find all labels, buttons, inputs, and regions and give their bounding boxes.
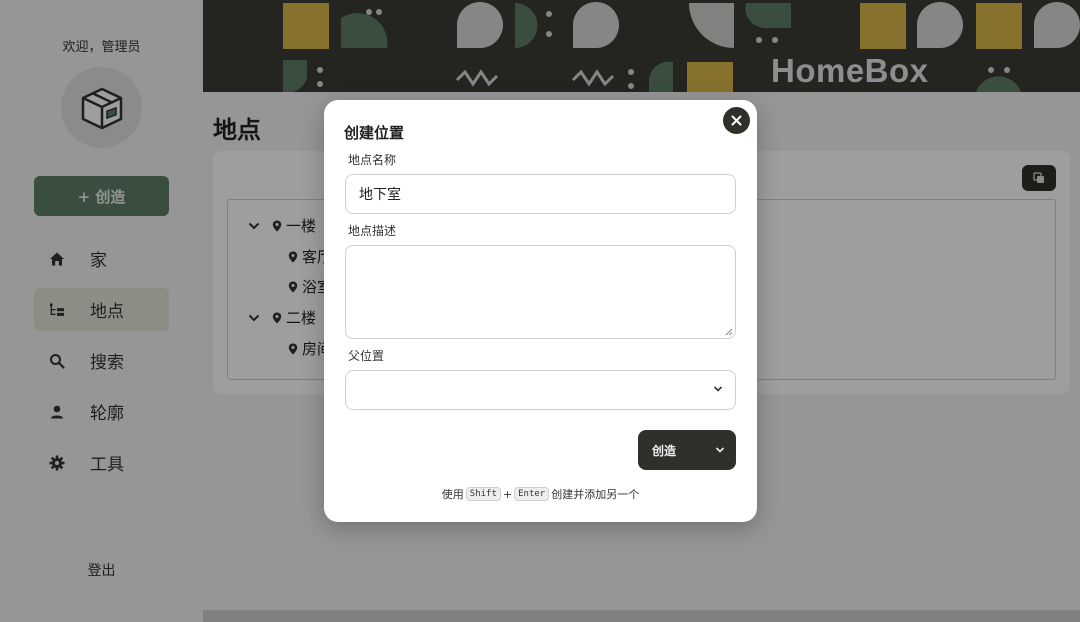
dialog-title: 创建位置 <box>344 124 405 142</box>
submit-button[interactable]: 创造 <box>638 442 704 459</box>
chevron-down-icon <box>715 447 725 453</box>
description-label: 地点描述 <box>348 224 397 238</box>
enter-key: Enter <box>514 487 550 501</box>
close-icon <box>731 115 742 126</box>
submit-options-button[interactable] <box>704 446 736 454</box>
hint-plus: + <box>502 487 513 501</box>
keyboard-hint: 使用 Shift + Enter 创建并添加另一个 <box>324 486 757 502</box>
close-button[interactable] <box>723 107 750 134</box>
hint-prefix: 使用 <box>441 488 464 501</box>
hint-suffix: 创建并添加另一个 <box>551 488 640 501</box>
submit-button-group: 创造 <box>638 430 736 470</box>
location-description-input[interactable] <box>345 245 736 339</box>
create-location-dialog: 创建位置 地点名称 地下室 地点描述 父位置 创造 使用 Shift + Ent… <box>324 100 757 522</box>
name-label: 地点名称 <box>348 153 397 167</box>
parent-location-select[interactable] <box>345 370 736 410</box>
resize-handle-icon[interactable] <box>725 328 733 336</box>
parent-label: 父位置 <box>348 349 385 363</box>
chevron-down-icon <box>713 386 723 392</box>
shift-key: Shift <box>465 487 501 501</box>
location-name-input[interactable]: 地下室 <box>345 174 736 214</box>
location-name-value: 地下室 <box>359 187 401 203</box>
